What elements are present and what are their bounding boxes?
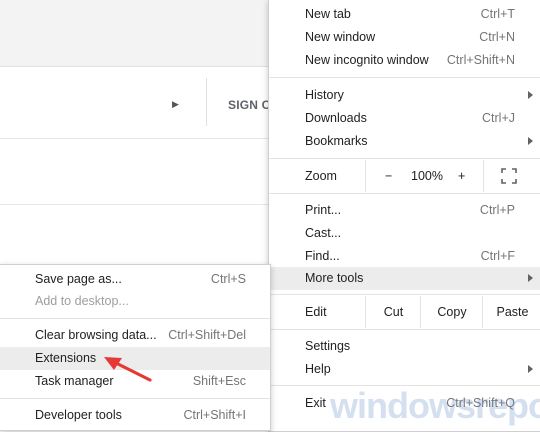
menu-item-label: Exit (305, 396, 326, 410)
menu-item-developer-tools[interactable]: Developer tools Ctrl+Shift+I (0, 404, 270, 427)
menu-item-label: Add to desktop... (35, 294, 129, 308)
menu-item-cast[interactable]: Cast... (269, 222, 540, 245)
chrome-main-menu: New tab Ctrl+T New window Ctrl+N New inc… (268, 0, 540, 432)
menu-item-bookmarks[interactable]: Bookmarks (269, 130, 540, 153)
zoom-in-button[interactable]: + (458, 169, 465, 183)
divider (365, 160, 366, 192)
menu-item-label: Developer tools (35, 408, 122, 422)
menu-item-new-window[interactable]: New window Ctrl+N (269, 26, 540, 49)
menu-item-label: Clear browsing data... (35, 328, 157, 342)
menu-item-label: Find... (305, 249, 340, 263)
menu-item-shortcut: Ctrl+T (480, 7, 515, 21)
zoom-label: Zoom (305, 169, 337, 183)
menu-item-label: New incognito window (305, 53, 429, 67)
menu-item-shortcut: Ctrl+Shift+I (183, 408, 246, 422)
menu-item-find[interactable]: Find... Ctrl+F (269, 245, 540, 268)
menu-item-label: Save page as... (35, 272, 122, 286)
paste-button[interactable]: Paste (482, 296, 540, 328)
submenu-arrow-icon (528, 137, 533, 145)
menu-item-history[interactable]: History (269, 84, 540, 107)
red-arrow-annotation-icon (104, 357, 152, 382)
menu-item-more-tools[interactable]: More tools (269, 267, 540, 290)
divider (206, 78, 207, 126)
menu-item-shortcut: Shift+Esc (192, 374, 246, 388)
menu-item-label: New tab (305, 7, 351, 21)
copy-button[interactable]: Copy (420, 296, 483, 328)
menu-item-clear-browsing-data[interactable]: Clear browsing data... Ctrl+Shift+Del (0, 324, 270, 347)
submenu-arrow-icon (528, 274, 533, 282)
divider (269, 329, 540, 330)
chevron-right-icon[interactable]: ▶ (172, 99, 179, 110)
menu-item-shortcut: Ctrl+J (482, 111, 515, 125)
menu-item-label: History (305, 88, 344, 102)
edit-label: Edit (305, 305, 327, 319)
menu-item-shortcut: Ctrl+S (210, 272, 246, 286)
menu-item-label: Settings (305, 339, 351, 353)
menu-item-new-tab[interactable]: New tab Ctrl+T (269, 3, 540, 26)
menu-item-label: Help (305, 362, 331, 376)
divider (269, 193, 540, 194)
watermark-logo: windowsreport (330, 385, 540, 426)
zoom-out-button[interactable]: − (385, 169, 392, 183)
menu-item-shortcut: Ctrl+Shift+N (446, 53, 515, 67)
menu-item-downloads[interactable]: Downloads Ctrl+J (269, 107, 540, 130)
menu-item-print[interactable]: Print... Ctrl+P (269, 199, 540, 222)
cut-button[interactable]: Cut (365, 296, 421, 328)
edit-row: Edit Cut Copy Paste (269, 296, 540, 328)
menu-item-settings[interactable]: Settings (269, 335, 540, 358)
more-tools-submenu: Save page as... Ctrl+S Add to desktop...… (0, 264, 271, 431)
submenu-arrow-icon (528, 365, 533, 373)
divider (0, 398, 270, 399)
menu-item-new-incognito-window[interactable]: New incognito window Ctrl+Shift+N (269, 49, 540, 72)
fullscreen-icon[interactable] (501, 168, 517, 184)
divider (269, 294, 540, 295)
menu-item-shortcut: Ctrl+N (479, 30, 515, 44)
zoom-level: 100% (411, 169, 443, 183)
menu-item-help[interactable]: Help (269, 358, 540, 381)
menu-item-save-page-as[interactable]: Save page as... Ctrl+S (0, 268, 270, 291)
menu-item-shortcut: Ctrl+Shift+Del (168, 328, 246, 342)
menu-item-label: Cast... (305, 226, 342, 240)
menu-item-add-to-desktop: Add to desktop... (0, 290, 270, 313)
menu-item-label: Print... (305, 203, 342, 217)
menu-item-label: Bookmarks (305, 134, 368, 148)
divider (0, 318, 270, 319)
submenu-arrow-icon (528, 91, 533, 99)
menu-item-shortcut: Ctrl+P (479, 203, 515, 217)
divider (483, 160, 484, 192)
sign-in-button[interactable]: SIGN C (228, 98, 271, 112)
menu-item-label: More tools (305, 271, 364, 285)
menu-item-label: Downloads (305, 111, 367, 125)
divider (269, 77, 540, 78)
menu-item-label: New window (305, 30, 376, 44)
menu-item-label: Extensions (35, 351, 97, 365)
zoom-row: Zoom − 100% + (269, 160, 540, 192)
divider (269, 158, 540, 159)
menu-item-shortcut: Ctrl+F (480, 249, 515, 263)
